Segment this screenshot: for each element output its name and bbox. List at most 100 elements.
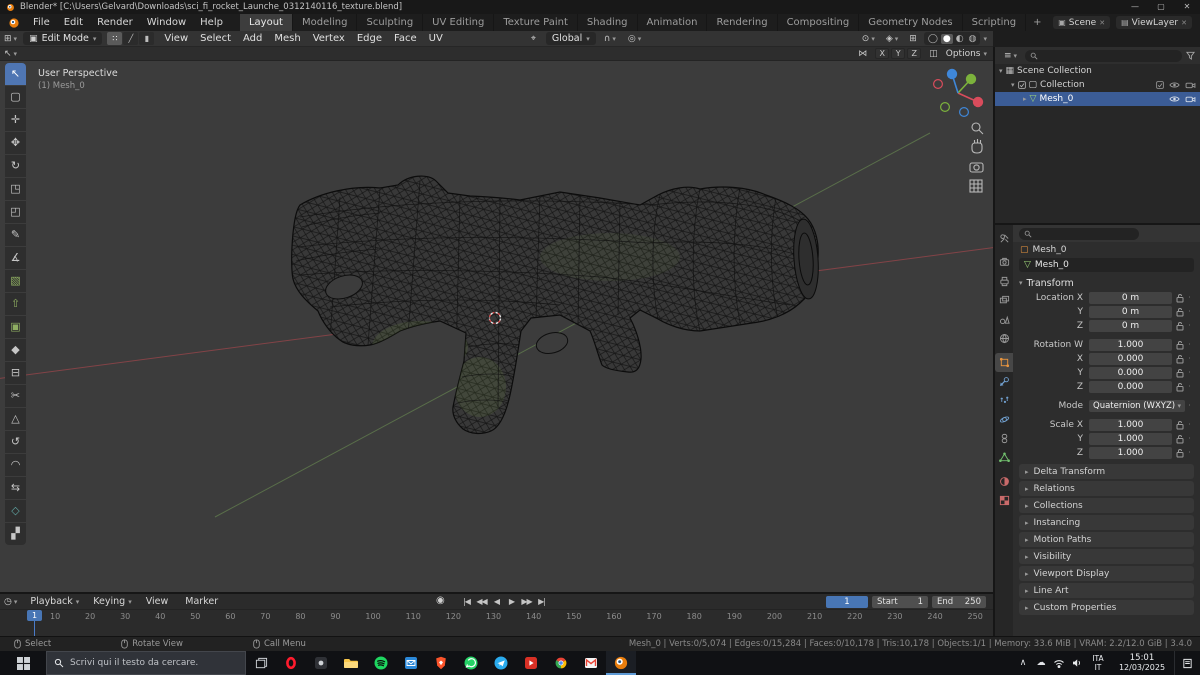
vertex-select-button[interactable]: ∷ <box>107 32 123 45</box>
expand-icon[interactable]: ▾ <box>999 67 1003 75</box>
animate-dot[interactable]: · <box>1185 293 1194 302</box>
clock[interactable]: 15:01 12/03/2025 <box>1110 653 1174 673</box>
jump-to-end-button[interactable]: ▶| <box>535 595 548 609</box>
tool-bevel[interactable]: ◆ <box>5 339 26 361</box>
tool-spin[interactable]: ↺ <box>5 431 26 453</box>
panel-header[interactable]: ▸ Instancing <box>1019 515 1194 530</box>
play-reverse-button[interactable]: ◀ <box>490 595 503 609</box>
panel-header[interactable]: ▸ Delta Transform <box>1019 464 1194 479</box>
tool-shrink-fatten[interactable]: ◇ <box>5 500 26 522</box>
mirror-axis-toggle[interactable]: Z <box>907 48 922 59</box>
value-field[interactable]: 1.000 <box>1089 432 1172 445</box>
panel-header[interactable]: ▸ Visibility <box>1019 549 1194 564</box>
volume-icon[interactable] <box>1068 651 1086 675</box>
edge-select-button[interactable]: ╱ <box>123 32 139 45</box>
animate-dot[interactable]: · <box>1185 307 1194 316</box>
lock-icon[interactable] <box>1175 340 1185 350</box>
animate-dot[interactable]: · <box>1185 368 1194 377</box>
blender-app-icon[interactable] <box>8 17 20 29</box>
shading-material-button[interactable]: ◐ <box>954 34 966 44</box>
animate-dot[interactable]: · <box>1185 354 1194 363</box>
language-indicator[interactable]: ITA IT <box>1086 654 1110 672</box>
toggle-perspective-icon[interactable] <box>969 179 983 193</box>
tool-rotate[interactable]: ↻ <box>5 155 26 177</box>
navigation-gizmo[interactable] <box>933 68 984 118</box>
current-frame-field[interactable]: 1 <box>826 596 868 608</box>
hide-eye-icon[interactable] <box>1169 95 1180 103</box>
panel-header[interactable]: ▸ Relations <box>1019 481 1194 496</box>
value-field[interactable]: 1.000 <box>1089 418 1172 431</box>
menu-item[interactable]: Window <box>140 14 193 31</box>
workspace-tab[interactable]: Scripting <box>963 14 1027 31</box>
play-button[interactable]: ▶ <box>505 595 518 609</box>
lock-icon[interactable] <box>1175 354 1185 364</box>
value-field[interactable]: 0.000 <box>1089 380 1172 393</box>
close-button[interactable]: ✕ <box>1174 0 1200 14</box>
tool-annotate[interactable]: ✎ <box>5 224 26 246</box>
playhead[interactable]: 1 <box>27 610 42 637</box>
tab-output[interactable] <box>995 272 1013 291</box>
tool-smooth[interactable]: ◠ <box>5 454 26 476</box>
tool-loop-cut[interactable]: ⊟ <box>5 362 26 384</box>
animate-dot[interactable]: · <box>1185 420 1194 429</box>
tool-move[interactable]: ✥ <box>5 132 26 154</box>
blender-taskbar-icon[interactable] <box>606 651 636 675</box>
panel-header[interactable]: ▸ Line Art <box>1019 583 1194 598</box>
tab-scene[interactable] <box>995 310 1013 329</box>
app-icon-dark[interactable] <box>306 651 336 675</box>
jump-to-start-button[interactable]: |◀ <box>460 595 473 609</box>
lock-icon[interactable] <box>1175 307 1185 317</box>
viewport-menu-item[interactable]: UV <box>423 31 449 47</box>
animate-dot[interactable]: · <box>1185 448 1194 457</box>
viewport-menu-item[interactable]: Face <box>388 31 423 47</box>
lock-icon[interactable] <box>1175 321 1185 331</box>
exclude-check-icon[interactable] <box>1156 81 1164 89</box>
rotation-mode-dropdown[interactable]: Quaternion (WXYZ) ▾ <box>1089 399 1185 412</box>
maximize-button[interactable]: ▢ <box>1148 0 1174 14</box>
workspace-tab[interactable]: Sculpting <box>357 14 424 31</box>
panel-header[interactable]: ▸ Custom Properties <box>1019 600 1194 615</box>
value-field[interactable]: 0 m <box>1089 291 1172 304</box>
mail-app-icon[interactable] <box>396 651 426 675</box>
face-select-button[interactable]: ▮ <box>139 32 155 45</box>
tool-measure[interactable]: ∡ <box>5 247 26 269</box>
tab-tool[interactable] <box>995 229 1013 248</box>
outliner-search-input[interactable] <box>1041 50 1177 61</box>
task-view-button[interactable] <box>246 651 276 675</box>
telegram-icon[interactable] <box>486 651 516 675</box>
outliner-editor-icon[interactable]: ≡ ▾ <box>1000 51 1021 61</box>
menu-item[interactable]: Render <box>90 14 140 31</box>
tool-add-cube[interactable]: ▧ <box>5 270 26 292</box>
tab-render[interactable] <box>995 253 1013 272</box>
hide-eye-icon[interactable] <box>1169 81 1180 89</box>
scene-selector[interactable]: ▣ Scene ✕ <box>1053 16 1111 29</box>
pivot-icon[interactable]: ⌖ <box>527 34 540 44</box>
workspace-tab[interactable]: Geometry Nodes <box>859 14 963 31</box>
value-field[interactable]: 0 m <box>1089 319 1172 332</box>
tab-modifiers[interactable] <box>995 372 1013 391</box>
value-field[interactable]: 1.000 <box>1089 338 1172 351</box>
lock-icon[interactable] <box>1175 448 1185 458</box>
snap-target-icon[interactable]: ◫ <box>925 49 942 59</box>
whatsapp-icon[interactable] <box>456 651 486 675</box>
brave-browser-icon[interactable] <box>426 651 456 675</box>
panel-header[interactable]: ▸ Viewport Display <box>1019 566 1194 581</box>
wireframe-mesh[interactable] <box>291 175 821 435</box>
shading-wireframe-button[interactable]: ◯ <box>926 34 940 44</box>
timeline-menu-item[interactable]: Keying ▾ <box>86 596 138 607</box>
shading-solid-button[interactable]: ● <box>940 33 953 44</box>
transform-panel-header[interactable]: ▾ Transform <box>1013 275 1200 291</box>
timeline-ruler[interactable]: 10 20 30 40 50 60 70 80 90 100 110 120 130 140 150 160 1… <box>0 610 993 637</box>
tab-object-data[interactable] <box>995 448 1013 467</box>
minimize-button[interactable]: — <box>1122 0 1148 14</box>
value-field[interactable]: 1.000 <box>1089 446 1172 459</box>
prev-keyframe-button[interactable]: ◀◀ <box>475 595 488 609</box>
tab-texture[interactable] <box>995 491 1013 510</box>
lock-icon[interactable] <box>1175 420 1185 430</box>
disable-render-icon[interactable] <box>1185 81 1196 89</box>
chrome-icon[interactable] <box>546 651 576 675</box>
viewport-menu-item[interactable]: Vertex <box>307 31 351 47</box>
opera-browser-icon[interactable] <box>276 651 306 675</box>
workspace-tab[interactable]: Texture Paint <box>494 14 578 31</box>
timeline-editor-icon[interactable]: ◷ ▾ <box>0 597 21 607</box>
